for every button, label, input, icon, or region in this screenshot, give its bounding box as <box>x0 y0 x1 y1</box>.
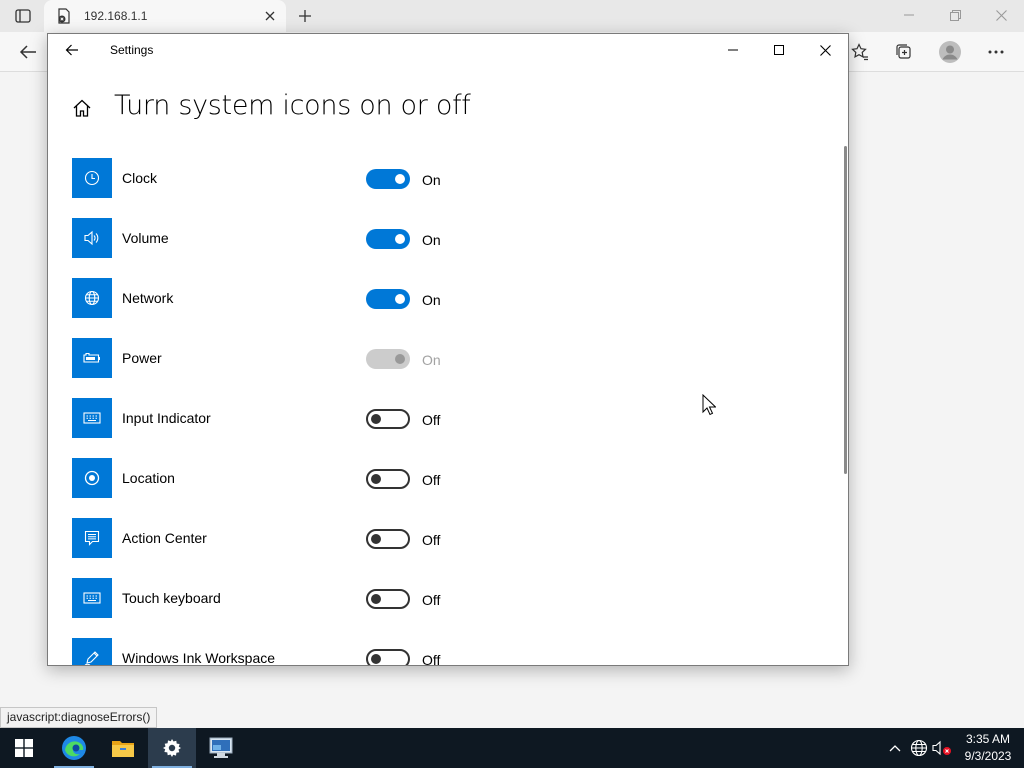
toggle-state-text: Off <box>422 412 441 428</box>
file-explorer-icon[interactable] <box>99 728 147 768</box>
setting-label: Location <box>122 470 175 486</box>
volume-toggle[interactable] <box>366 229 410 249</box>
browser-tab-strip: 192.168.1.1 <box>0 0 1024 32</box>
settings-scrollbar[interactable] <box>844 146 847 474</box>
browser-close-icon[interactable] <box>988 4 1014 26</box>
toggle-state-text: On <box>422 352 441 368</box>
settings-window: Settings Turn system icons on or off Clo… <box>47 33 849 666</box>
settings-back-arrow-icon[interactable] <box>60 38 84 62</box>
setting-row-volume: Volume On <box>72 218 492 258</box>
setting-row-touch-keyboard: Touch keyboard Off <box>72 578 492 618</box>
setting-row-network: Network On <box>72 278 492 318</box>
new-tab-plus-icon[interactable] <box>294 6 316 26</box>
windows-ink-toggle[interactable] <box>366 649 410 665</box>
battery-icon <box>72 338 112 378</box>
show-hidden-icons-chevron-icon[interactable] <box>885 738 905 758</box>
volume-icon <box>72 218 112 258</box>
setting-label: Power <box>122 350 162 366</box>
setting-label: Action Center <box>122 530 207 546</box>
browser-tab[interactable]: 192.168.1.1 <box>44 0 286 32</box>
location-toggle[interactable] <box>366 469 410 489</box>
taskbar-clock[interactable]: 3:35 AM 9/3/2023 <box>956 731 1020 765</box>
power-toggle <box>366 349 410 369</box>
setting-label: Network <box>122 290 174 306</box>
toggle-state-text: On <box>422 232 441 248</box>
profile-avatar-icon[interactable] <box>936 38 964 66</box>
keyboard-icon <box>72 398 112 438</box>
toggle-state-text: On <box>422 292 441 308</box>
back-arrow-icon[interactable] <box>14 38 42 66</box>
settings-close-icon[interactable] <box>802 36 848 64</box>
setting-row-power: Power On <box>72 338 492 378</box>
toggle-state-text: Off <box>422 532 441 548</box>
touch-keyboard-icon <box>72 578 112 618</box>
tab-actions-icon[interactable] <box>12 6 34 26</box>
settings-maximize-icon[interactable] <box>756 36 802 64</box>
setting-label: Volume <box>122 230 169 246</box>
clock-icon <box>72 158 112 198</box>
page-title: Turn system icons on or off <box>114 90 471 121</box>
tab-title: 192.168.1.1 <box>84 9 148 23</box>
setting-row-location: Location Off <box>72 458 492 498</box>
setting-row-windows-ink: Windows Ink Workspace Off <box>72 638 492 666</box>
start-button[interactable] <box>0 728 48 768</box>
action-center-icon <box>72 518 112 558</box>
more-options-icon[interactable] <box>982 38 1010 66</box>
toggle-state-text: On <box>422 172 441 188</box>
settings-minimize-icon[interactable] <box>710 36 756 64</box>
setting-label: Clock <box>122 170 158 186</box>
setting-row-clock: Clock On <box>72 158 492 198</box>
network-tray-icon[interactable] <box>909 738 929 758</box>
taskbar: 3:35 AM 9/3/2023 <box>0 728 1024 768</box>
toggle-state-text: Off <box>422 652 441 666</box>
browser-restore-icon[interactable] <box>942 4 968 26</box>
link-status-bar: javascript:diagnoseErrors() <box>0 707 158 728</box>
network-globe-icon <box>72 278 112 318</box>
volume-muted-tray-icon[interactable] <box>932 738 952 758</box>
setting-row-input-indicator: Input Indicator Off <box>72 398 492 438</box>
network-toggle[interactable] <box>366 289 410 309</box>
toggle-state-text: Off <box>422 592 441 608</box>
settings-title-bar: Settings <box>48 34 848 66</box>
setting-label: Touch keyboard <box>122 590 221 606</box>
page-error-favicon-icon <box>56 8 72 24</box>
clock-time: 3:35 AM <box>965 732 1011 746</box>
edge-icon[interactable] <box>50 728 98 768</box>
favorites-star-icon[interactable] <box>846 38 874 66</box>
clock-date: 9/3/2023 <box>964 749 1012 763</box>
toggle-state-text: Off <box>422 472 441 488</box>
setting-label: Windows Ink Workspace <box>122 650 276 666</box>
browser-minimize-icon[interactable] <box>896 4 922 26</box>
touch-keyboard-toggle[interactable] <box>366 589 410 609</box>
settings-gear-icon[interactable] <box>148 728 196 768</box>
clock-toggle[interactable] <box>366 169 410 189</box>
pen-icon <box>72 638 112 665</box>
settings-app-title: Settings <box>110 43 154 57</box>
remote-desktop-icon[interactable] <box>197 728 245 768</box>
setting-row-action-center: Action Center Off <box>72 518 492 558</box>
mouse-pointer-icon <box>702 394 716 416</box>
home-icon[interactable] <box>70 96 94 120</box>
setting-label: Input Indicator <box>122 410 211 426</box>
location-icon <box>72 458 112 498</box>
close-tab-icon[interactable] <box>262 8 278 24</box>
input-indicator-toggle[interactable] <box>366 409 410 429</box>
collections-icon[interactable] <box>890 38 918 66</box>
action-center-toggle[interactable] <box>366 529 410 549</box>
